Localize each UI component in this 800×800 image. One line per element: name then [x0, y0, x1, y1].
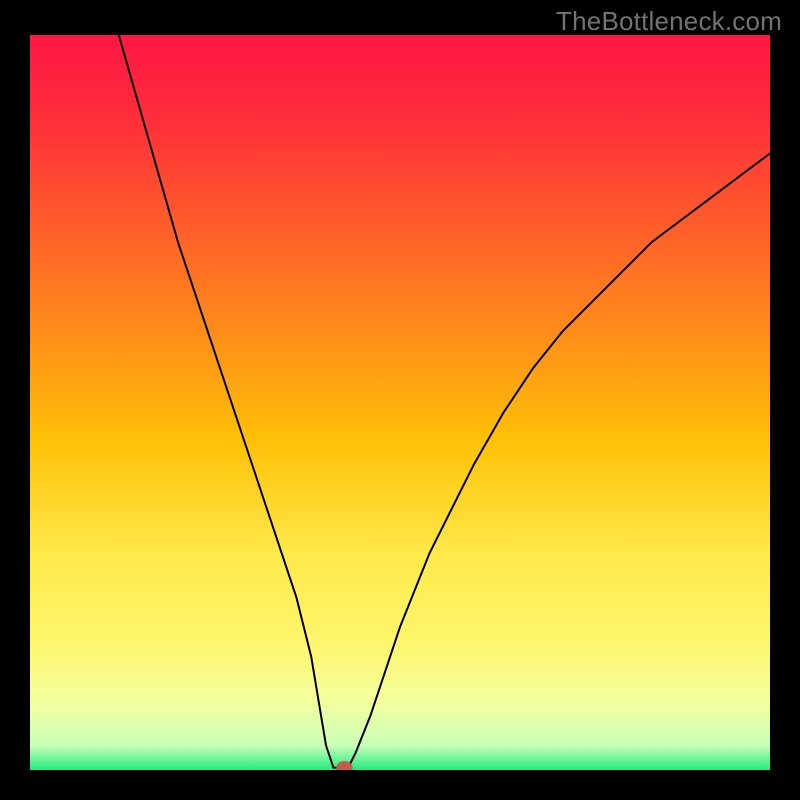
chart-svg [30, 35, 770, 770]
plot-area [30, 35, 770, 770]
gradient-background [30, 35, 770, 770]
chart-frame: TheBottleneck.com [0, 0, 800, 800]
watermark-text: TheBottleneck.com [556, 6, 782, 37]
